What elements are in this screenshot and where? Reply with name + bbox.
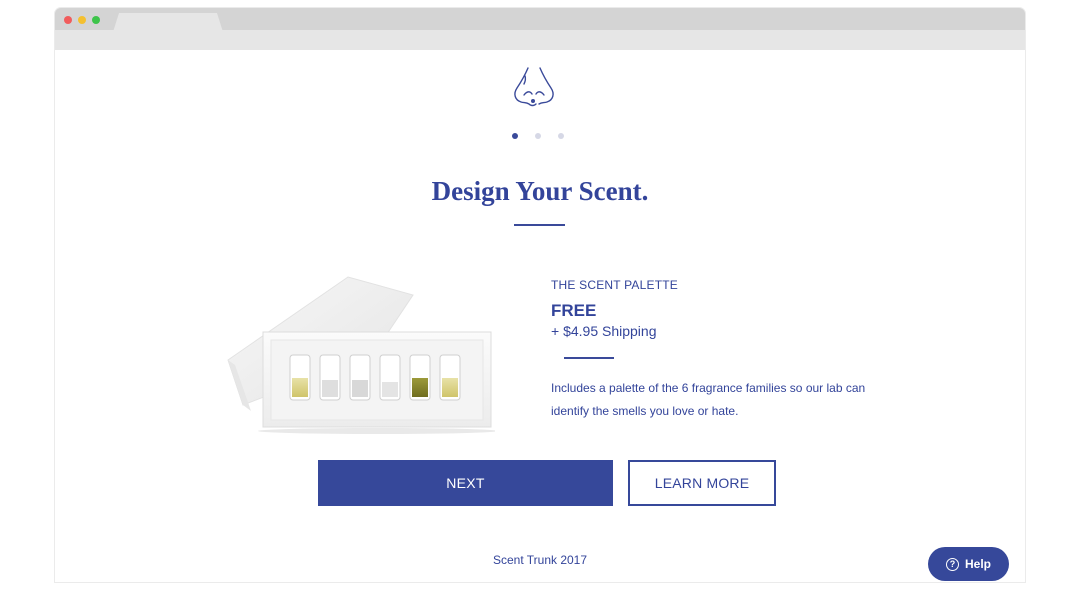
help-label: Help bbox=[964, 557, 991, 571]
product-description: Includes a palette of the 6 fragrance fa… bbox=[551, 381, 866, 418]
maximize-window-button[interactable] bbox=[92, 16, 100, 24]
title-divider bbox=[514, 224, 565, 226]
product-shipping: + $4.95 Shipping bbox=[551, 323, 657, 339]
product-divider bbox=[564, 357, 614, 359]
product-name: THE SCENT PALETTE bbox=[551, 278, 678, 292]
nose-icon bbox=[514, 67, 554, 107]
page-title: Design Your Scent. bbox=[431, 176, 649, 206]
pagination-dots bbox=[512, 133, 572, 141]
title-bar bbox=[55, 8, 1025, 32]
browser-window: Design Your Scent. THE SCENT PALETTE FRE… bbox=[55, 8, 1025, 582]
question-circle-icon: ? bbox=[945, 557, 959, 571]
browser-toolbar bbox=[55, 30, 1025, 50]
close-window-button[interactable] bbox=[64, 16, 72, 24]
help-button[interactable]: ? Help bbox=[928, 547, 1009, 581]
footer-copyright: Scent Trunk 2017 bbox=[492, 553, 588, 567]
scent-palette-box-image bbox=[227, 276, 495, 434]
minimize-window-button[interactable] bbox=[78, 16, 86, 24]
page-content: Design Your Scent. THE SCENT PALETTE FRE… bbox=[55, 50, 1025, 582]
learn-more-button[interactable]: LEARN MORE bbox=[628, 460, 776, 506]
pagination-dot-3[interactable] bbox=[558, 133, 564, 139]
product-price: FREE bbox=[551, 301, 597, 320]
pagination-dot-1[interactable] bbox=[512, 133, 518, 139]
next-button[interactable]: NEXT bbox=[318, 460, 613, 506]
pagination-dot-2[interactable] bbox=[535, 133, 541, 139]
browser-chrome bbox=[55, 8, 1025, 50]
